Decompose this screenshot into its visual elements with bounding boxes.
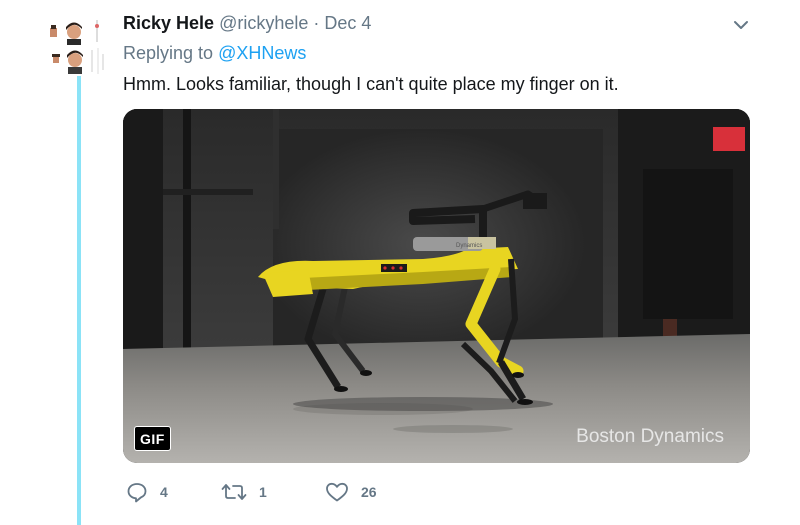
- tweet-text: Hmm. Looks familiar, though I can't quit…: [123, 74, 619, 94]
- chevron-down-icon[interactable]: [732, 16, 750, 34]
- avatar[interactable]: [46, 14, 108, 76]
- like-button[interactable]: 26: [325, 478, 377, 506]
- tweet-header: Ricky Hele @rickyhele · Dec 4: [123, 12, 371, 34]
- gif-media[interactable]: Dynamics GIF Boston Dynamics: [123, 109, 750, 463]
- reply-icon: [127, 483, 147, 503]
- author-name[interactable]: Ricky Hele: [123, 13, 214, 33]
- tweet: Ricky Hele @rickyhele · Dec 4 Replying t…: [0, 0, 800, 525]
- retweet-button[interactable]: 1: [221, 478, 267, 506]
- retweet-icon: [221, 484, 247, 500]
- heart-icon: [326, 482, 348, 502]
- gif-badge: GIF: [134, 426, 171, 451]
- separator-dot: ·: [313, 13, 320, 33]
- thread-line: [77, 76, 81, 525]
- replying-prefix: Replying to: [123, 43, 214, 63]
- replying-to: Replying to @XHNews: [123, 42, 306, 64]
- tweet-date[interactable]: Dec 4: [324, 13, 371, 33]
- robot-label: Dynamics: [456, 243, 482, 249]
- gif-frame: Dynamics: [123, 109, 750, 463]
- like-count: 26: [361, 484, 377, 500]
- mention-link[interactable]: @XHNews: [218, 43, 306, 63]
- action-bar: 4 1 26: [123, 478, 523, 506]
- watermark: Boston Dynamics: [576, 426, 724, 447]
- reply-count: 4: [160, 484, 168, 500]
- retweet-count: 1: [259, 484, 267, 500]
- reply-button[interactable]: 4: [126, 478, 168, 506]
- author-handle[interactable]: @rickyhele: [219, 13, 308, 33]
